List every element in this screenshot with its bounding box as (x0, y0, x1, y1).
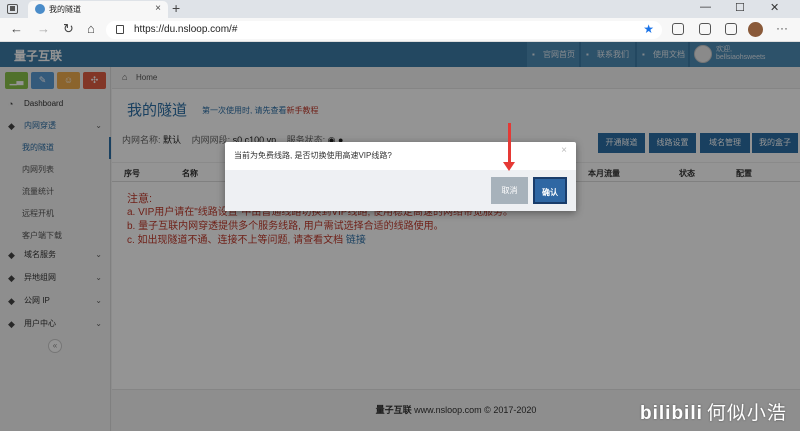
dialog-footer: 取消 确认 (225, 170, 576, 211)
cancel-button[interactable]: 取消 (491, 177, 528, 204)
address-bar[interactable]: https://du.nsloop.com/# ★ (106, 21, 662, 39)
extensions-icon[interactable] (725, 23, 737, 35)
tab-title: 我的隧道 (49, 5, 81, 14)
home-icon[interactable]: ⌂ (87, 22, 95, 36)
confirm-button[interactable]: 确认 (533, 177, 567, 204)
favorites-icon[interactable] (672, 23, 684, 35)
browser-tab[interactable]: 我的隧道 × (28, 1, 168, 18)
back-icon[interactable]: ← (10, 22, 23, 36)
favorite-star-icon[interactable]: ★ (643, 22, 654, 36)
profile-avatar[interactable] (748, 22, 763, 37)
url-text[interactable]: https://du.nsloop.com/# (134, 24, 237, 35)
minimize-button[interactable]: — (700, 1, 711, 13)
refresh-icon[interactable]: ↻ (63, 22, 74, 36)
video-watermark: bilibili 何似小浩 (640, 398, 787, 425)
site-favicon-icon (35, 4, 45, 14)
browser-toolbar: ← → ↻ ⌂ https://du.nsloop.com/# ★ ··· (0, 18, 800, 42)
new-tab-button[interactable]: + (172, 0, 180, 16)
annotation-arrow (508, 123, 511, 167)
close-icon[interactable]: × (561, 145, 567, 156)
annotation-arrowhead (503, 162, 515, 171)
watermark-user: 何似小浩 (706, 403, 787, 424)
switch-line-dialog: 当前为免费线路, 是否切换使用高速VIP线路? × 取消 确认 (225, 142, 576, 211)
lock-icon (116, 25, 124, 34)
dialog-message: 当前为免费线路, 是否切换使用高速VIP线路? (234, 151, 392, 160)
tab-actions-icon[interactable] (7, 4, 18, 14)
window-close-button[interactable]: ✕ (770, 1, 779, 14)
watermark-brand: bilibili (640, 403, 703, 424)
tab-close-icon[interactable]: × (155, 3, 161, 14)
modal-overlay[interactable] (0, 42, 800, 431)
maximize-button[interactable]: ☐ (735, 1, 745, 14)
browser-tab-bar: 我的隧道 × + — ☐ ✕ (0, 0, 800, 18)
forward-icon[interactable]: → (37, 22, 50, 36)
more-menu-icon[interactable]: ··· (776, 21, 788, 35)
collections-icon[interactable] (699, 23, 711, 35)
